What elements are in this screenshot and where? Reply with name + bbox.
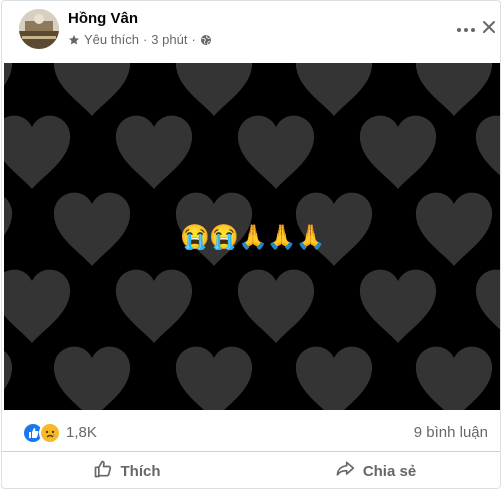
meta-separator-2: ·	[191, 32, 196, 47]
post-header: Hồng Vân Yêu thích · 3 phút ·	[2, 1, 500, 63]
post-image[interactable]: 😭😭🙏🙏🙏	[4, 63, 500, 410]
more-dots-icon	[456, 20, 476, 38]
sad-reaction-icon	[39, 422, 61, 444]
close-icon	[482, 20, 496, 39]
close-button[interactable]	[477, 17, 500, 41]
post-stats: 1,8K 9 bình luận	[2, 410, 500, 452]
visibility-label: Yêu thích	[84, 32, 139, 47]
post-card: Hồng Vân Yêu thích · 3 phút · 😭😭🙏🙏🙏 1,8K…	[1, 0, 501, 489]
more-options-button[interactable]	[454, 17, 478, 41]
meta-separator: ·	[142, 32, 148, 47]
share-label: Chia sẻ	[362, 462, 417, 480]
avatar[interactable]	[19, 9, 59, 49]
post-emoji-text: 😭😭🙏🙏🙏	[180, 224, 325, 251]
share-arrow-icon	[335, 459, 355, 483]
star-icon	[68, 34, 80, 46]
globe-icon	[200, 34, 212, 46]
share-button[interactable]: Chia sẻ	[251, 452, 500, 488]
like-label: Thích	[120, 462, 161, 480]
comments-count[interactable]: 9 bình luận	[414, 424, 488, 441]
like-button[interactable]: Thích	[2, 452, 251, 488]
post-time[interactable]: 3 phút	[151, 32, 187, 47]
reactions-count[interactable]: 1,8K	[66, 424, 97, 441]
reaction-icons[interactable]	[22, 422, 61, 444]
thumbs-up-icon	[93, 459, 113, 483]
post-meta: Yêu thích · 3 phút ·	[68, 32, 212, 47]
post-actions: Thích Chia sẻ	[2, 452, 500, 488]
author-name[interactable]: Hồng Vân	[68, 10, 138, 27]
